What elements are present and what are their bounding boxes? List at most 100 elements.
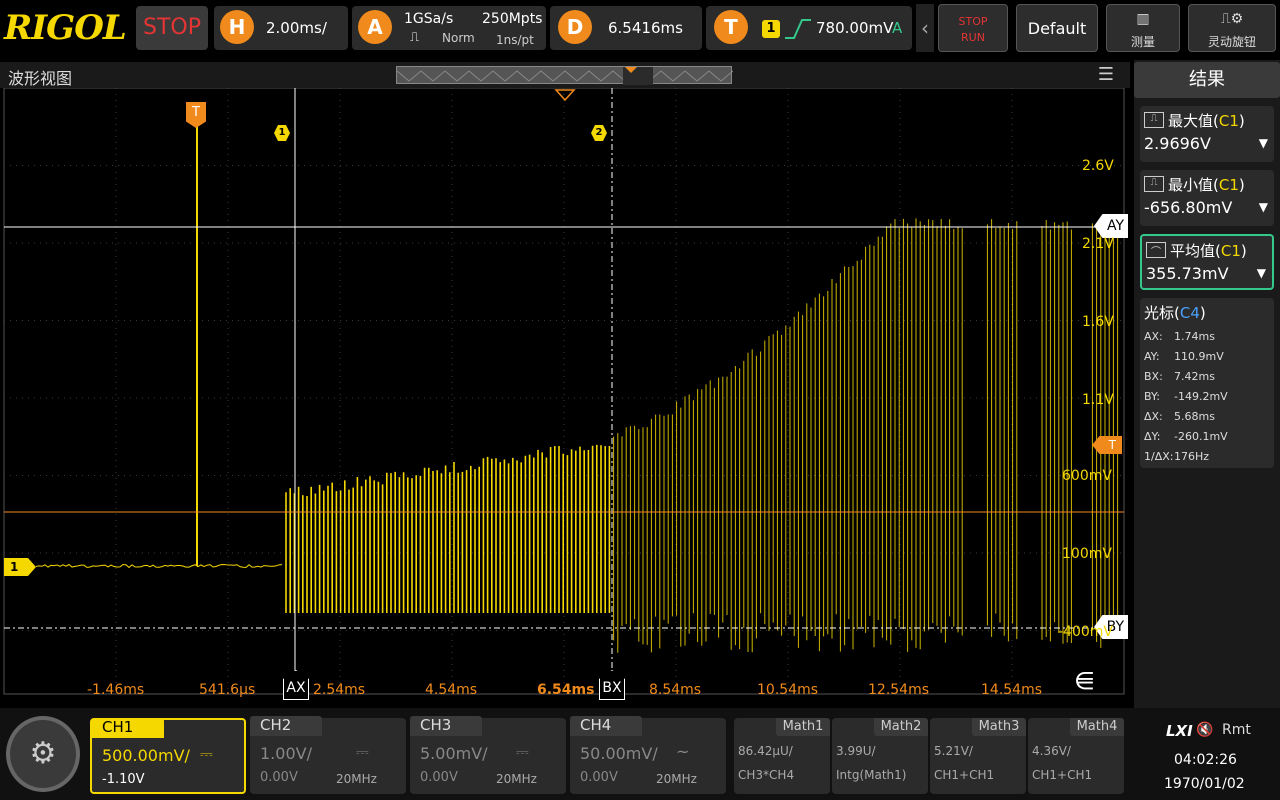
results-title: 结果 <box>1134 62 1280 98</box>
dc-coupling-icon: ⎓ <box>516 742 529 762</box>
math4-scale: 4.36V/ <box>1032 744 1071 758</box>
ch4-tab: CH4 <box>570 716 642 736</box>
dropdown-arrow-icon[interactable]: ▼ <box>1259 136 1268 150</box>
measure-label: 测量 <box>1107 33 1179 50</box>
measure-label: 最小值 <box>1168 176 1213 194</box>
cursor-row: BX: 7.42ms <box>1144 370 1215 383</box>
x-tick-label: 6.54ms <box>537 682 594 698</box>
y-tick-label: 100mV <box>1062 546 1112 562</box>
measure-channel: C1 <box>1219 176 1239 194</box>
cursor-readout[interactable]: 光标(C4) AX: 1.74ms AY: 110.9mV BX: 7.42ms BY… <box>1140 298 1274 468</box>
timeline-waveform <box>397 67 733 85</box>
ch4-scale: 50.00mV/ <box>580 744 658 763</box>
dc-coupling-icon: ⎓ <box>200 744 213 764</box>
ch3-tab: CH3 <box>410 716 482 736</box>
date: 1970/01/02 <box>1164 776 1245 792</box>
y-tick-label: 1.1V <box>1082 392 1114 408</box>
ch2-box[interactable]: CH2 1.00V/ ⎓ 0.00V 20MHz <box>250 718 406 794</box>
ch1-tab: CH1 <box>92 718 164 738</box>
stop-label: STOP <box>939 15 1007 28</box>
cursor-row: AY: 110.9mV <box>1144 350 1224 363</box>
delay-value: 6.5416ms <box>608 19 683 37</box>
ch3-bw-limit: 20MHz <box>496 772 537 786</box>
cursor-key: ΔY: <box>1144 430 1174 443</box>
cursor-key: BY: <box>1144 390 1174 403</box>
math2-box[interactable]: Math2 3.99U/ Intg(Math1) <box>832 718 928 794</box>
measure-mean[interactable]: ⌒ 平均值(C1) 355.73mV ▼ <box>1140 234 1274 290</box>
menu-icon[interactable]: ☰ <box>1098 64 1114 85</box>
dropdown-arrow-icon[interactable]: ▼ <box>1257 266 1266 280</box>
math4-tab: Math4 <box>1070 718 1124 736</box>
math3-expr: CH1+CH1 <box>934 768 994 782</box>
ch3-scale: 5.00mV/ <box>420 744 488 763</box>
ch1-scale: 500.00mV/ <box>102 746 190 765</box>
dc-coupling-icon: ⎓ <box>356 742 369 762</box>
x-tick-label: 8.54ms <box>649 682 701 698</box>
acquire-mode: Norm <box>442 31 475 45</box>
delay-badge: D <box>558 10 592 44</box>
cursor-value: 110.9mV <box>1174 350 1224 363</box>
cursor-value: 1.74ms <box>1174 330 1215 343</box>
stop-run-button[interactable]: STOP RUN <box>938 4 1008 52</box>
bottom-bar: ⚙ CH1 500.00mV/ ⎓ -1.10V CH2 1.00V/ ⎓ 0.… <box>0 708 1280 800</box>
waveform-grid[interactable]: T 1 2 1 T AY BY AX BX -1.46ms 541.6μs 2.… <box>0 88 1130 705</box>
acquire-badge: A <box>358 10 392 44</box>
cursor-row: BY: -149.2mV <box>1144 390 1228 403</box>
measure-value: 355.73mV <box>1146 264 1229 283</box>
flex-knob-button[interactable]: ⎍⚙ 灵动旋钮 <box>1188 4 1276 52</box>
sample-rate: 1GSa/s <box>404 11 453 27</box>
speaker-mute-icon[interactable]: 🔇 <box>1196 722 1213 738</box>
cursor-key: AX: <box>1144 330 1174 343</box>
acq-mode-icon: ⎍ <box>410 30 419 45</box>
measure-name: 最小值(C1) <box>1168 174 1245 195</box>
rising-edge-icon <box>784 18 812 40</box>
ch4-box[interactable]: CH4 50.00mV/ ~ 0.00V 20MHz <box>570 718 726 794</box>
x-tick-label: 541.6μs <box>199 682 255 698</box>
math4-expr: CH1+CH1 <box>1032 768 1092 782</box>
ch1-offset: -1.10V <box>102 772 145 787</box>
cursor-row: 1/ΔX:176Hz <box>1144 450 1209 463</box>
dropdown-arrow-icon[interactable]: ▼ <box>1259 200 1268 214</box>
cursor-label: 光标 <box>1144 304 1174 322</box>
measure-button[interactable]: ▥ 测量 <box>1106 4 1180 52</box>
status-area: LXI 🔇 Rmt 04:02:26 1970/01/02 <box>1140 718 1276 794</box>
x-tick-label: -1.46ms <box>87 682 144 698</box>
run-label: RUN <box>939 31 1007 44</box>
run-state-indicator[interactable]: STOP <box>136 6 208 50</box>
trigger-badge: T <box>714 10 748 44</box>
math2-scale: 3.99U/ <box>836 744 876 758</box>
x-tick-label: 10.54ms <box>757 682 818 698</box>
nav-left-arrow[interactable]: ‹ <box>916 4 934 52</box>
remote-indicator: Rmt <box>1222 722 1251 738</box>
y-tick-label: -400mV <box>1058 624 1113 640</box>
math2-tab: Math2 <box>874 718 928 736</box>
math1-box[interactable]: Math1 86.42μU/ CH3*CH4 <box>734 718 830 794</box>
ch3-box[interactable]: CH3 5.00mV/ ⎓ 0.00V 20MHz <box>410 718 566 794</box>
measure-value: 2.9696V <box>1144 134 1211 153</box>
default-button[interactable]: Default <box>1016 4 1098 52</box>
ch1-box[interactable]: CH1 500.00mV/ ⎓ -1.10V <box>90 718 246 794</box>
math3-box[interactable]: Math3 5.21V/ CH1+CH1 <box>930 718 1026 794</box>
y-tick-label: 2.6V <box>1082 158 1114 174</box>
math2-expr: Intg(Math1) <box>836 768 906 782</box>
horizontal-scale: 2.00ms/ <box>266 19 327 37</box>
home-gear-icon[interactable]: ⚙ <box>6 716 80 792</box>
trigger-mode: A <box>892 19 902 37</box>
min-icon: ⎍ <box>1144 176 1164 192</box>
top-bar: RIGOL STOP H 2.00ms/ A 1GSa/s 250Mpts ⎍ … <box>0 0 1280 56</box>
math3-scale: 5.21V/ <box>934 744 973 758</box>
measure-min[interactable]: ⎍ 最小值(C1) -656.80mV ▼ <box>1140 170 1274 226</box>
x-tick-label: 4.54ms <box>425 682 477 698</box>
cursor-value: -260.1mV <box>1174 430 1228 443</box>
cursor-row: ΔX: 5.68ms <box>1144 410 1215 423</box>
memory-timeline[interactable] <box>396 66 732 84</box>
cursor-key: 1/ΔX: <box>1144 450 1174 463</box>
math4-box[interactable]: Math4 4.36V/ CH1+CH1 <box>1028 718 1124 794</box>
math1-scale: 86.42μU/ <box>738 744 793 758</box>
collapse-menu-icon[interactable]: ⋹ <box>1074 666 1114 696</box>
waveform-canvas <box>0 88 1130 705</box>
trigger-channel-badge: 1 <box>762 20 780 38</box>
waveform-view-title: 波形视图 <box>8 65 72 89</box>
measure-max[interactable]: ⎍ 最大值(C1) 2.9696V ▼ <box>1140 106 1274 162</box>
measure-label: 平均值 <box>1170 242 1215 260</box>
